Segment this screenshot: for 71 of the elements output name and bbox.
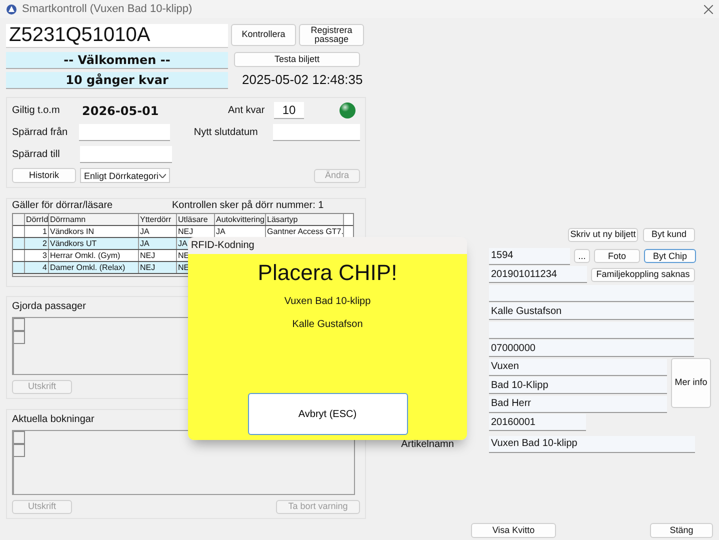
show-receipt-button[interactable]: Visa Kvitto	[471, 523, 556, 538]
more-button[interactable]: ...	[574, 249, 590, 264]
empty-field[interactable]	[489, 322, 694, 339]
family-link-button[interactable]: Familjekoppling saknas	[591, 268, 695, 282]
caret-icon	[159, 174, 166, 178]
article-name-field[interactable]: Vuxen Bad 10-klipp	[489, 436, 695, 453]
customer-field[interactable]: Kalle Gustafson	[489, 303, 694, 320]
register-passage-button[interactable]: Registrera passage	[299, 24, 364, 46]
check-button[interactable]: Kontrollera	[231, 24, 296, 46]
test-ticket-button[interactable]: Testa biljett	[234, 52, 360, 67]
category-field[interactable]: Vuxen	[489, 358, 667, 376]
blocked-to-field[interactable]	[80, 146, 172, 163]
new-end-date-label: Nytt slutdatum	[194, 127, 259, 138]
window-title: Smartkontroll (Vuxen Bad 10-klipp)	[22, 3, 192, 15]
count-field[interactable]: 10	[274, 102, 304, 119]
dialog-text: Vuxen Bad 10-klipp	[284, 296, 371, 307]
column-header[interactable]: Ytterdörr	[139, 214, 177, 225]
remaining-banner: 10 gånger kvar	[6, 72, 228, 89]
column-header[interactable]: DörrId	[25, 214, 49, 225]
doors-title: Gäller för dörrar/läsare	[12, 200, 114, 211]
count-label: Ant kvar	[228, 105, 266, 116]
ticket-number-field[interactable]: 20160001	[489, 414, 586, 432]
blocked-from-label: Spärrad från	[12, 127, 69, 138]
table-cell: 4	[25, 262, 49, 273]
dialog-heading: Placera CHIP!	[258, 260, 398, 286]
empty-field[interactable]	[489, 284, 694, 302]
welcome-banner: -- Välkommen --	[6, 52, 228, 69]
bookings-title: Aktuella bokningar	[12, 414, 94, 425]
datetime-text: 2025-05-02 12:48:35	[242, 72, 363, 87]
customer-field[interactable]: 07000000	[489, 340, 694, 358]
door-note: Kontrollen sker på dörr nummer: 1	[172, 200, 324, 211]
table-cell: 1	[25, 226, 49, 237]
column-header[interactable]: Dörrnamn	[49, 214, 139, 225]
photo-button[interactable]: Foto	[594, 249, 640, 264]
column-header[interactable]: Autokvittering	[215, 214, 266, 225]
column-header[interactable]: Läsartyp	[266, 214, 344, 225]
passages-title: Gjorda passager	[12, 301, 86, 312]
table-cell: NEJ	[139, 262, 177, 273]
table-cell: JA	[139, 226, 177, 237]
table-cell: Vändkors UT	[49, 238, 139, 249]
blocked-from-field[interactable]	[79, 124, 170, 141]
change-chip-button[interactable]: Byt Chip	[644, 249, 696, 264]
switch-customer-button[interactable]: Byt kund	[643, 228, 695, 242]
category-field[interactable]: Bad 10-Klipp	[489, 377, 667, 394]
article-name-label: Artikelnamn	[400, 438, 455, 450]
close-icon[interactable]	[704, 4, 713, 14]
valid-label: Giltig t.o.m	[12, 105, 61, 116]
valid-date: 2026-05-01	[82, 104, 160, 118]
customer-number-field[interactable]: 1594	[489, 248, 570, 265]
personal-number-field[interactable]: 201901011234	[489, 266, 587, 284]
table-cell: Damer Omkl. (Relax)	[49, 262, 139, 273]
door-filter-select[interactable]: Enligt Dörrkategori	[80, 168, 170, 183]
card-number-field[interactable]: Z5231Q51010A	[6, 24, 228, 48]
cancel-button[interactable]: Avbryt (ESC)	[248, 393, 408, 435]
column-header[interactable]: Utläsare	[177, 214, 215, 225]
blocked-to-label: Spärrad till	[12, 149, 61, 160]
close-button[interactable]: Stäng	[650, 523, 713, 538]
table-cell: NEJ	[139, 250, 177, 261]
table-cell: JA	[139, 238, 177, 249]
table-cell: 3	[25, 250, 49, 261]
new-end-date-field[interactable]	[273, 124, 360, 141]
print-ticket-button[interactable]: Skriv ut ny biljett	[568, 228, 638, 242]
dialog-text: Kalle Gustafson	[292, 319, 363, 330]
table-cell: Herrar Omkl. (Gym)	[49, 250, 139, 261]
table-cell: Vändkors IN	[49, 226, 139, 237]
table-cell: 2	[25, 238, 49, 249]
more-info-button[interactable]: Mer info	[671, 358, 711, 408]
history-button[interactable]: Historik	[12, 168, 76, 183]
app-icon	[6, 4, 17, 14]
category-field[interactable]: Bad Herr	[489, 396, 667, 413]
dialog-title: RFID-Kodning	[188, 237, 467, 254]
